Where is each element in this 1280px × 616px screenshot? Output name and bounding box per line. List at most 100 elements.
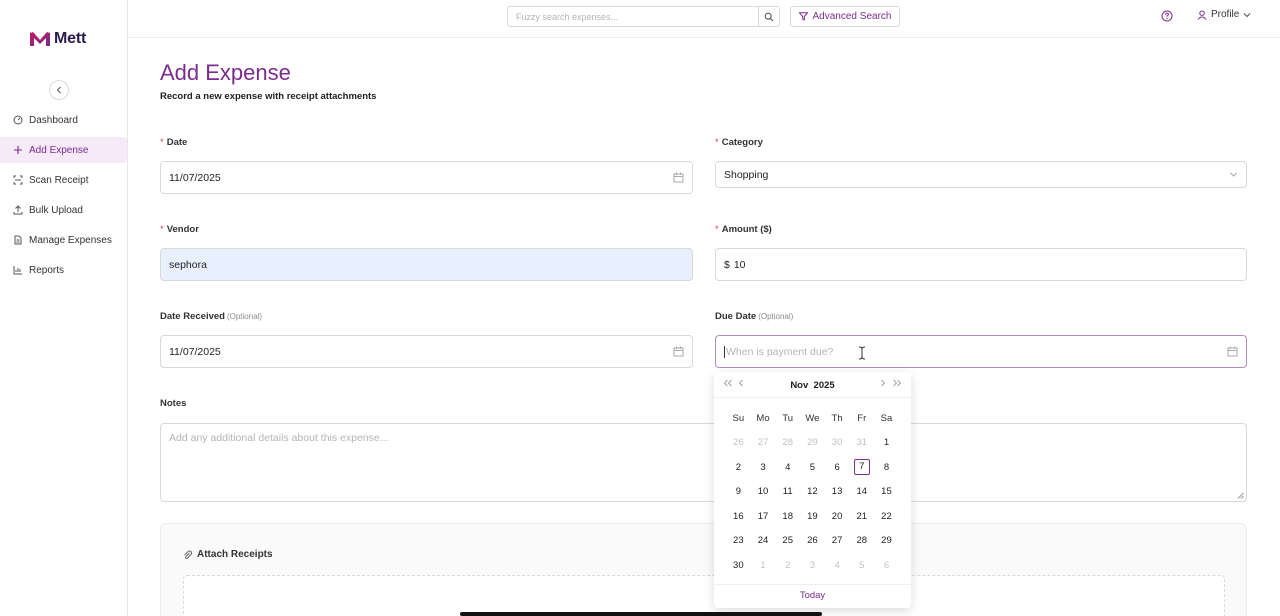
date-cell[interactable]: 21 xyxy=(849,511,874,522)
date-cell[interactable]: 28 xyxy=(775,437,800,448)
due-date-label: Due Date (Optional) xyxy=(715,311,794,322)
date-cell[interactable]: 28 xyxy=(849,535,874,546)
date-cell[interactable]: 26 xyxy=(800,535,825,546)
sidebar-item-bulk-upload[interactable]: Bulk Upload xyxy=(0,197,127,223)
week-row: 26 27 28 29 30 31 1 xyxy=(726,431,899,456)
year-selector[interactable]: 2025 xyxy=(814,380,835,391)
date-cell[interactable]: 19 xyxy=(800,511,825,522)
date-cell[interactable]: 6 xyxy=(825,462,850,473)
sidebar-item-label: Bulk Upload xyxy=(29,204,83,216)
date-cell[interactable]: 14 xyxy=(849,486,874,497)
date-cell[interactable]: 5 xyxy=(800,462,825,473)
resize-handle-icon[interactable] xyxy=(1237,492,1244,499)
date-cell[interactable]: 22 xyxy=(874,511,899,522)
date-cell[interactable]: 18 xyxy=(775,511,800,522)
date-cell[interactable]: 25 xyxy=(775,535,800,546)
date-cell[interactable]: 31 xyxy=(849,437,874,448)
date-cell[interactable]: 24 xyxy=(751,535,776,546)
search-input[interactable] xyxy=(507,6,759,27)
double-chevron-right-icon xyxy=(893,379,902,387)
weekday-label: Fr xyxy=(857,412,867,424)
mett-logo-icon xyxy=(30,32,50,46)
date-cell[interactable]: 2 xyxy=(775,560,800,571)
collapse-sidebar-button[interactable] xyxy=(49,80,69,100)
today-date-marker: 7 xyxy=(853,459,870,476)
date-cell[interactable]: 23 xyxy=(726,535,751,546)
date-cell[interactable]: 27 xyxy=(825,535,850,546)
date-label: * Date xyxy=(160,137,188,148)
next-month-button[interactable] xyxy=(880,379,886,390)
date-cell[interactable]: 20 xyxy=(825,511,850,522)
weekday-label: Sa xyxy=(880,412,893,424)
week-row: 16 17 18 19 20 21 22 xyxy=(726,504,899,529)
date-cell[interactable]: 17 xyxy=(751,511,776,522)
date-cell[interactable]: 9 xyxy=(726,486,751,497)
today-button[interactable]: Today xyxy=(714,584,911,608)
date-field[interactable]: 11/07/2025 xyxy=(160,161,693,194)
date-cell[interactable]: 3 xyxy=(751,462,776,473)
sidebar-item-dashboard[interactable]: Dashboard xyxy=(0,107,127,133)
date-cell[interactable]: 8 xyxy=(874,462,899,473)
date-cell[interactable]: 13 xyxy=(825,486,850,497)
week-row: 23 24 25 26 27 28 29 xyxy=(726,529,899,554)
date-cell[interactable]: 30 xyxy=(726,560,751,571)
amount-value: 10 xyxy=(733,258,746,271)
notes-textarea[interactable]: Add any additional details about this ex… xyxy=(160,423,1247,502)
sidebar-item-manage-expenses[interactable]: Manage Expenses xyxy=(0,227,127,253)
user-icon xyxy=(1197,10,1207,20)
date-cell[interactable]: 6 xyxy=(874,560,899,571)
receipt-dropzone[interactable] xyxy=(183,575,1225,616)
search-button[interactable] xyxy=(758,6,780,27)
date-cell[interactable]: 29 xyxy=(874,535,899,546)
category-select[interactable]: Shopping xyxy=(715,161,1247,188)
vendor-value: sephora xyxy=(169,258,207,271)
calendar-icon xyxy=(673,172,684,183)
search-icon xyxy=(764,12,774,21)
date-received-field[interactable]: 11/07/2025 xyxy=(160,335,693,368)
sidebar-item-scan-receipt[interactable]: Scan Receipt xyxy=(0,167,127,193)
weekday-label: Su xyxy=(732,412,745,424)
date-cell[interactable]: 15 xyxy=(874,486,899,497)
sidebar-item-reports[interactable]: Reports xyxy=(0,257,127,283)
date-cell[interactable]: 4 xyxy=(825,560,850,571)
date-cell[interactable]: 5 xyxy=(849,560,874,571)
date-picker-header: Nov 2025 xyxy=(714,372,911,398)
date-cell[interactable]: 12 xyxy=(800,486,825,497)
date-cell[interactable]: 26 xyxy=(726,437,751,448)
help-icon[interactable] xyxy=(1161,10,1173,22)
date-cell[interactable]: 1 xyxy=(874,437,899,448)
filter-icon xyxy=(798,12,808,21)
chevron-down-icon xyxy=(1243,12,1251,17)
date-cell[interactable]: 11 xyxy=(775,486,800,497)
date-cell[interactable]: 7 xyxy=(849,459,874,476)
date-cell[interactable]: 2 xyxy=(726,462,751,473)
brand-name: Mett xyxy=(54,30,87,47)
vendor-input[interactable]: sephora xyxy=(160,248,693,281)
weekday-label: Mo xyxy=(756,412,770,424)
month-selector[interactable]: Nov xyxy=(790,380,808,391)
video-progress-bar xyxy=(460,612,822,616)
date-cell[interactable]: 10 xyxy=(751,486,776,497)
week-row: 9 10 11 12 13 14 15 xyxy=(726,480,899,505)
weekday-label: Th xyxy=(831,412,843,424)
date-cell[interactable]: 27 xyxy=(751,437,776,448)
due-date-field[interactable]: When is payment due? xyxy=(715,335,1247,368)
profile-menu[interactable]: Profile xyxy=(1197,9,1251,20)
date-cell[interactable]: 29 xyxy=(800,437,825,448)
amount-input[interactable]: $ 10 xyxy=(715,248,1247,281)
attach-receipts-card: Attach Receipts xyxy=(160,523,1247,616)
date-cell[interactable]: 1 xyxy=(751,560,776,571)
calendar-icon xyxy=(673,346,684,357)
vendor-label: * Vendor xyxy=(160,224,199,235)
date-cell[interactable]: 16 xyxy=(726,511,751,522)
date-cell[interactable]: 3 xyxy=(800,560,825,571)
upload-icon xyxy=(13,205,23,215)
advanced-search-button[interactable]: Advanced Search xyxy=(790,6,900,27)
date-cell[interactable]: 4 xyxy=(775,462,800,473)
date-cell[interactable]: 30 xyxy=(825,437,850,448)
brand-logo[interactable]: Mett xyxy=(29,30,86,48)
weekday-label: We xyxy=(805,412,820,424)
sidebar-item-label: Scan Receipt xyxy=(29,174,89,186)
next-year-button[interactable] xyxy=(892,379,902,390)
sidebar-item-add-expense[interactable]: Add Expense xyxy=(0,137,127,163)
